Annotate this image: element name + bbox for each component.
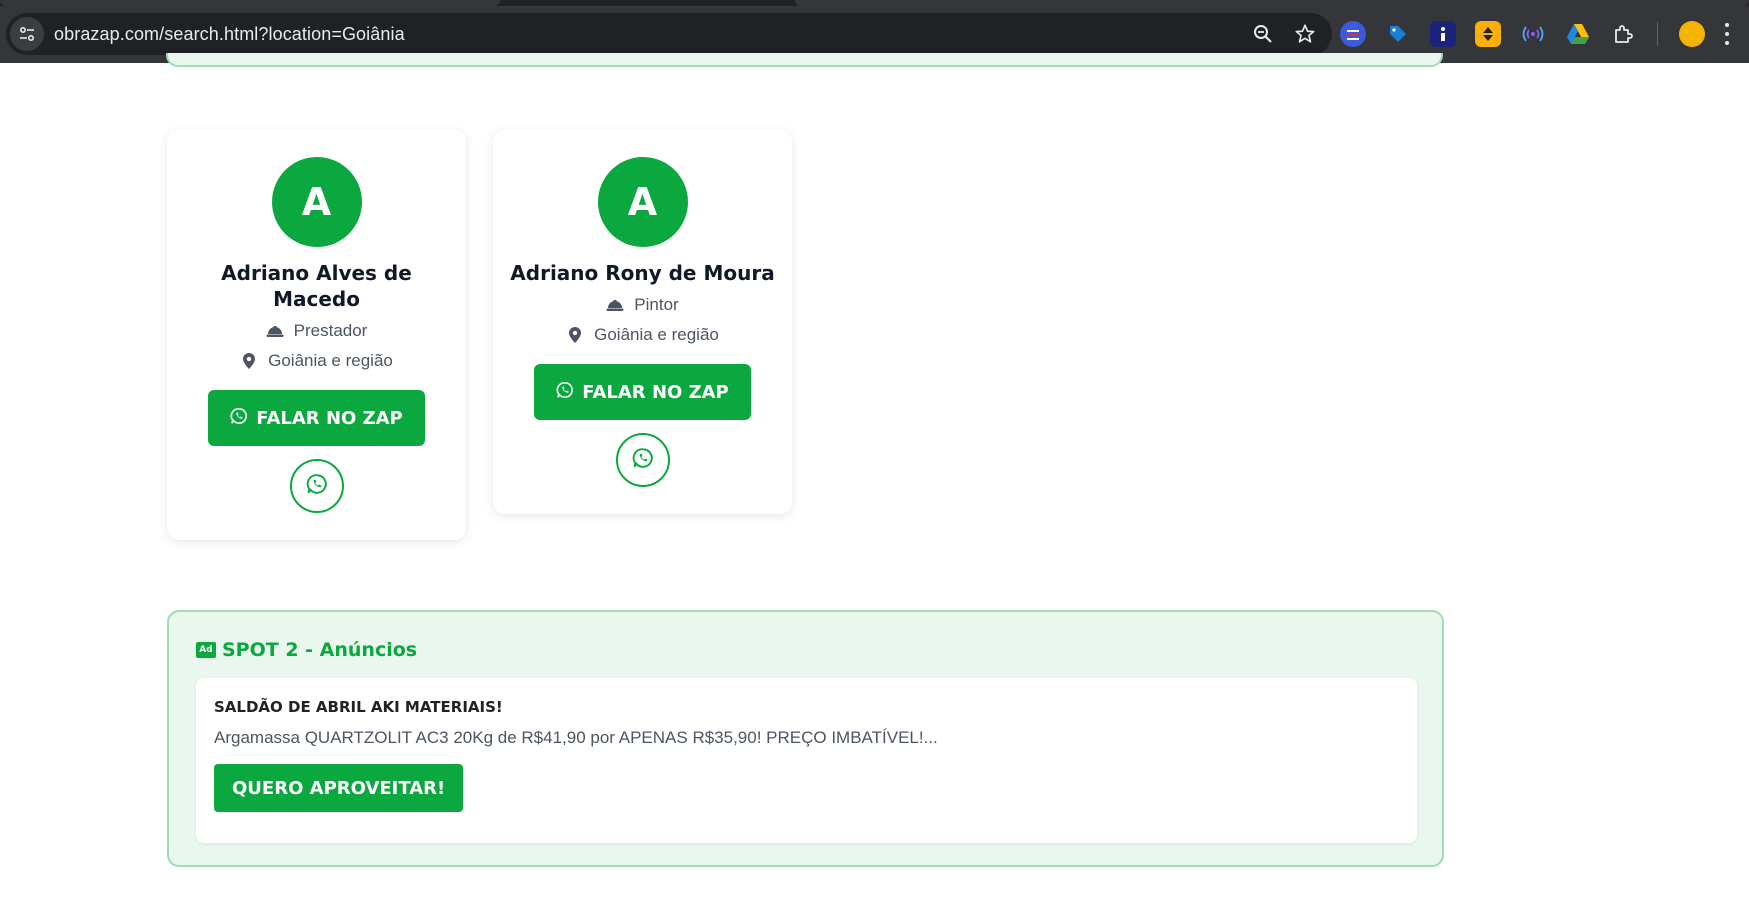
zoom-icon[interactable] [1250, 21, 1276, 47]
falar-no-zap-button[interactable]: FALAR NO ZAP [208, 390, 425, 446]
chrome-menu-icon[interactable] [1724, 23, 1730, 45]
ad-spot-title-text: SPOT 2 - Anúncios [222, 639, 418, 661]
map-pin-icon [566, 326, 584, 344]
provider-role-text: Prestador [293, 321, 368, 340]
tab-inactive[interactable] [0, 0, 500, 6]
provider-location: Goiânia e região [240, 350, 393, 372]
whatsapp-icon [230, 407, 248, 430]
provider-name: Adriano Rony de Moura [510, 261, 775, 285]
falar-no-zap-label: FALAR NO ZAP [256, 407, 403, 429]
provider-role: Pintor [606, 294, 679, 316]
bookmark-star-icon[interactable] [1292, 21, 1318, 47]
whatsapp-icon [556, 381, 574, 404]
avatar: A [271, 157, 362, 247]
address-bar[interactable]: obrazap.com/search.html?location=Goiânia [6, 13, 1332, 55]
site-settings-icon[interactable] [10, 17, 44, 51]
ad-spot-title: Ad SPOT 2 - Anúncios [196, 639, 417, 661]
ad-spot-section: Ad SPOT 2 - Anúncios SALDÃO DE ABRIL AKI… [167, 610, 1444, 867]
extension-tag-icon[interactable] [1385, 21, 1411, 47]
profile-avatar-icon[interactable] [1679, 21, 1705, 47]
map-pin-icon [240, 352, 258, 370]
google-drive-icon[interactable] [1565, 21, 1591, 47]
provider-name: Adriano Alves de Macedo [221, 261, 412, 311]
hard-hat-icon [266, 322, 284, 340]
extensions-puzzle-icon[interactable] [1610, 21, 1636, 47]
extension-broadcast-icon[interactable] [1520, 21, 1546, 47]
falar-no-zap-label: FALAR NO ZAP [582, 381, 729, 403]
provider-location-text: Goiânia e região [594, 325, 719, 344]
tab-inactive[interactable] [795, 0, 1749, 6]
extensions-area [1340, 16, 1730, 52]
whatsapp-icon [306, 473, 328, 500]
tab-strip [0, 0, 1749, 6]
quero-aproveitar-button[interactable]: QUERO APROVEITAR! [214, 764, 464, 812]
page-content: A Adriano Alves de Macedo Prestador Goiâ… [0, 53, 1749, 917]
ad-description: Argamassa QUARTZOLIT AC3 20Kg de R$41,90… [214, 728, 938, 747]
provider-role: Prestador [266, 320, 368, 342]
provider-location: Goiânia e região [566, 324, 719, 346]
provider-location-text: Goiânia e região [268, 351, 393, 370]
url-text[interactable]: obrazap.com/search.html?location=Goiânia [54, 24, 405, 45]
extension-info-icon[interactable] [1430, 21, 1456, 47]
falar-no-zap-button[interactable]: FALAR NO ZAP [534, 364, 751, 420]
provider-card: A Adriano Rony de Moura Pintor Goiânia e… [493, 130, 792, 514]
extension-flag-icon[interactable] [1340, 21, 1366, 47]
toolbar-divider [1657, 22, 1658, 46]
whatsapp-icon [632, 447, 654, 474]
provider-role-text: Pintor [634, 295, 679, 314]
whatsapp-circle-button[interactable] [615, 433, 670, 487]
avatar: A [597, 157, 688, 247]
provider-card: A Adriano Alves de Macedo Prestador Goiâ… [167, 130, 466, 540]
ad-headline: SALDÃO DE ABRIL AKI MATERIAIS! [214, 698, 503, 716]
hard-hat-icon [606, 296, 624, 314]
previous-section-edge [166, 53, 1443, 67]
ad-badge-icon: Ad [196, 642, 216, 658]
whatsapp-circle-button[interactable] [289, 459, 344, 513]
ad-card: SALDÃO DE ABRIL AKI MATERIAIS! Argamassa… [196, 678, 1417, 843]
extension-sort-icon[interactable] [1475, 21, 1501, 47]
